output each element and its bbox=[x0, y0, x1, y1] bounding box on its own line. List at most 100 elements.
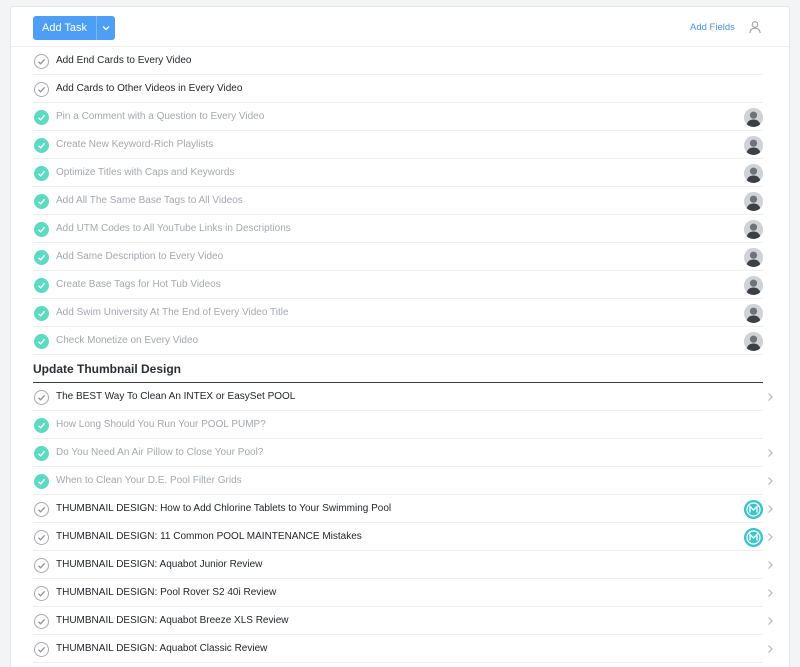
task-title[interactable]: Add Cards to Other Videos in Every Video bbox=[56, 83, 242, 95]
chevron-right-icon[interactable] bbox=[766, 504, 774, 514]
task-title[interactable]: Add Same Description to Every Video bbox=[56, 251, 223, 263]
task-row[interactable]: Add Cards to Other Videos in Every Video bbox=[11, 75, 789, 103]
checkmark-icon bbox=[38, 394, 46, 401]
task-list: Add End Cards to Every Video Add Cards to… bbox=[11, 47, 789, 663]
task-row[interactable]: Create Base Tags for Hot Tub Videos bbox=[11, 271, 789, 299]
task-title[interactable]: THUMBNAIL DESIGN: Aquabot Breeze XLS Rev… bbox=[56, 615, 289, 627]
assignee-avatar[interactable] bbox=[744, 108, 763, 127]
incomplete-check-icon[interactable] bbox=[34, 390, 49, 405]
task-title[interactable]: THUMBNAIL DESIGN: Aquabot Junior Review bbox=[56, 559, 262, 571]
task-row[interactable]: THUMBNAIL DESIGN: How to Add Chlorine Ta… bbox=[11, 495, 789, 523]
assignee-avatar[interactable] bbox=[744, 500, 763, 519]
incomplete-check-icon[interactable] bbox=[34, 82, 49, 97]
task-row[interactable]: How Long Should You Run Your POOL PUMP? bbox=[11, 411, 789, 439]
toolbar: Add Task Add Fields bbox=[11, 7, 789, 47]
checkmark-icon bbox=[38, 534, 46, 541]
add-task-dropdown-button[interactable] bbox=[97, 16, 116, 40]
task-row[interactable]: THUMBNAIL DESIGN: Aquabot Classic Review bbox=[11, 635, 789, 663]
task-row[interactable]: Do You Need An Air Pillow to Close Your … bbox=[11, 439, 789, 467]
assignee-avatar[interactable] bbox=[744, 528, 763, 547]
completed-check-icon[interactable] bbox=[34, 110, 49, 125]
task-title[interactable]: Check Monetize on Every Video bbox=[56, 335, 198, 347]
completed-check-icon[interactable] bbox=[34, 194, 49, 209]
section-title[interactable]: Update Thumbnail Design bbox=[33, 362, 181, 376]
incomplete-check-icon[interactable] bbox=[34, 54, 49, 69]
chevron-right-icon[interactable] bbox=[766, 560, 774, 570]
task-title[interactable]: Create Base Tags for Hot Tub Videos bbox=[56, 279, 221, 291]
add-fields-link[interactable]: Add Fields bbox=[690, 22, 735, 33]
task-title[interactable]: Add End Cards to Every Video bbox=[56, 55, 191, 67]
assignee-avatar[interactable] bbox=[744, 276, 763, 295]
incomplete-check-icon[interactable] bbox=[34, 586, 49, 601]
add-task-button[interactable]: Add Task bbox=[33, 16, 98, 40]
checkmark-icon bbox=[38, 338, 46, 345]
checkmark-icon bbox=[38, 254, 46, 261]
task-row[interactable]: Pin a Comment with a Question to Every V… bbox=[11, 103, 789, 131]
task-row[interactable]: Add Same Description to Every Video bbox=[11, 243, 789, 271]
task-row[interactable]: THUMBNAIL DESIGN: Pool Rover S2 40i Revi… bbox=[11, 579, 789, 607]
task-title[interactable]: The BEST Way To Clean An INTEX or EasySe… bbox=[56, 391, 295, 403]
task-title[interactable]: Add All The Same Base Tags to All Videos bbox=[56, 195, 243, 207]
task-title[interactable]: Add Swim University At The End of Every … bbox=[56, 307, 289, 319]
task-row[interactable]: Add Swim University At The End of Every … bbox=[11, 299, 789, 327]
task-row[interactable]: Add End Cards to Every Video bbox=[11, 47, 789, 75]
task-row[interactable]: THUMBNAIL DESIGN: Aquabot Breeze XLS Rev… bbox=[11, 607, 789, 635]
checkmark-icon bbox=[38, 646, 46, 653]
checkmark-icon bbox=[38, 422, 46, 429]
assignee-avatar[interactable] bbox=[744, 136, 763, 155]
task-title[interactable]: When to Clean Your D.E. Pool Filter Grid… bbox=[56, 475, 242, 487]
chevron-right-icon[interactable] bbox=[766, 644, 774, 654]
task-title[interactable]: THUMBNAIL DESIGN: Pool Rover S2 40i Revi… bbox=[56, 587, 276, 599]
task-row[interactable]: THUMBNAIL DESIGN: 11 Common POOL MAINTEN… bbox=[11, 523, 789, 551]
assignee-avatar[interactable] bbox=[744, 332, 763, 351]
task-row[interactable]: The BEST Way To Clean An INTEX or EasySe… bbox=[11, 383, 789, 411]
task-title[interactable]: THUMBNAIL DESIGN: Aquabot Classic Review bbox=[56, 643, 267, 655]
task-title[interactable]: How Long Should You Run Your POOL PUMP? bbox=[56, 419, 266, 431]
checkmark-icon bbox=[38, 618, 46, 625]
completed-check-icon[interactable] bbox=[34, 138, 49, 153]
chevron-right-icon[interactable] bbox=[766, 448, 774, 458]
task-title[interactable]: Pin a Comment with a Question to Every V… bbox=[56, 111, 264, 123]
assignee-avatar[interactable] bbox=[744, 164, 763, 183]
task-row[interactable]: THUMBNAIL DESIGN: Aquabot Junior Review bbox=[11, 551, 789, 579]
completed-check-icon[interactable] bbox=[34, 278, 49, 293]
person-icon[interactable] bbox=[748, 20, 762, 34]
incomplete-check-icon[interactable] bbox=[34, 502, 49, 517]
task-row[interactable]: Optimize Titles with Caps and Keywords bbox=[11, 159, 789, 187]
chevron-right-icon[interactable] bbox=[766, 616, 774, 626]
checkmark-icon bbox=[38, 142, 46, 149]
assignee-avatar[interactable] bbox=[744, 304, 763, 323]
completed-check-icon[interactable] bbox=[34, 446, 49, 461]
assignee-avatar[interactable] bbox=[744, 192, 763, 211]
task-title[interactable]: THUMBNAIL DESIGN: 11 Common POOL MAINTEN… bbox=[56, 531, 362, 543]
completed-check-icon[interactable] bbox=[34, 474, 49, 489]
completed-check-icon[interactable] bbox=[34, 418, 49, 433]
task-row[interactable]: Create New Keyword-Rich Playlists bbox=[11, 131, 789, 159]
incomplete-check-icon[interactable] bbox=[34, 642, 49, 657]
completed-check-icon[interactable] bbox=[34, 166, 49, 181]
assignee-avatar[interactable] bbox=[744, 248, 763, 267]
task-row[interactable]: When to Clean Your D.E. Pool Filter Grid… bbox=[11, 467, 789, 495]
task-title[interactable]: Do You Need An Air Pillow to Close Your … bbox=[56, 447, 263, 459]
task-title[interactable]: Optimize Titles with Caps and Keywords bbox=[56, 167, 234, 179]
chevron-right-icon[interactable] bbox=[766, 476, 774, 486]
task-row[interactable]: Add All The Same Base Tags to All Videos bbox=[11, 187, 789, 215]
chevron-right-icon[interactable] bbox=[766, 392, 774, 402]
task-row[interactable]: Add UTM Codes to All YouTube Links in De… bbox=[11, 215, 789, 243]
task-title[interactable]: Create New Keyword-Rich Playlists bbox=[56, 139, 213, 151]
incomplete-check-icon[interactable] bbox=[34, 558, 49, 573]
incomplete-check-icon[interactable] bbox=[34, 614, 49, 629]
completed-check-icon[interactable] bbox=[34, 334, 49, 349]
assignee-avatar[interactable] bbox=[744, 220, 763, 239]
incomplete-check-icon[interactable] bbox=[34, 530, 49, 545]
task-row[interactable]: Check Monetize on Every Video bbox=[11, 327, 789, 355]
task-title[interactable]: THUMBNAIL DESIGN: How to Add Chlorine Ta… bbox=[56, 503, 391, 515]
checkmark-icon bbox=[38, 170, 46, 177]
completed-check-icon[interactable] bbox=[34, 250, 49, 265]
task-title[interactable]: Add UTM Codes to All YouTube Links in De… bbox=[56, 223, 291, 235]
completed-check-icon[interactable] bbox=[34, 222, 49, 237]
completed-check-icon[interactable] bbox=[34, 306, 49, 321]
chevron-right-icon[interactable] bbox=[766, 588, 774, 598]
checkmark-icon bbox=[38, 310, 46, 317]
chevron-right-icon[interactable] bbox=[766, 532, 774, 542]
